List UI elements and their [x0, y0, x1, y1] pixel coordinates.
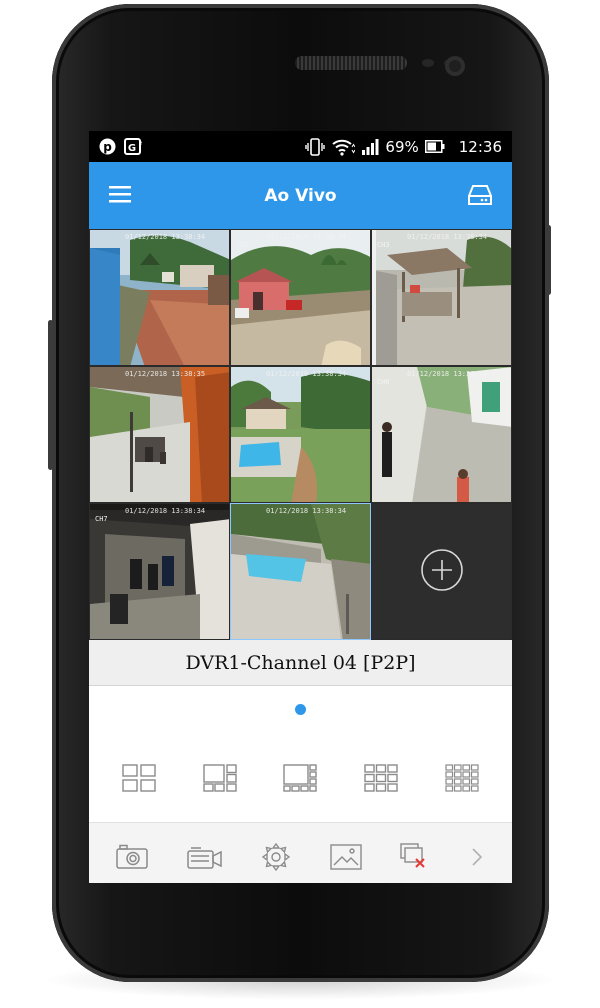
camera-feed[interactable]: 01/12/2018 13:38:34 — [230, 366, 371, 503]
layout-8-icon[interactable] — [283, 763, 318, 792]
close-all-icon[interactable] — [400, 842, 430, 871]
camera-channel-tag: CH6 — [377, 378, 390, 386]
layout-16-icon[interactable] — [445, 763, 479, 792]
svg-text:p: p — [103, 140, 112, 154]
camera-timestamp: 01/12/2018 13:38:34 — [266, 507, 347, 515]
camera-image — [372, 230, 511, 365]
snapshot-icon[interactable] — [116, 844, 148, 870]
svg-text:+: + — [139, 140, 143, 147]
ptz-icon[interactable] — [261, 842, 291, 872]
add-channel-icon[interactable] — [420, 548, 464, 596]
camera-feed[interactable]: 01/12/2018 13:38:35 — [89, 366, 230, 503]
layout-9-icon[interactable] — [364, 763, 398, 792]
record-icon[interactable] — [187, 844, 223, 870]
camera-image — [90, 367, 229, 502]
camera-timestamp: 01/12/2018 13:38:34 — [125, 233, 206, 241]
page-title: Ao Vivo — [264, 185, 337, 206]
layout-6-icon[interactable] — [203, 763, 237, 792]
camera-image — [231, 504, 370, 639]
camera-feed[interactable]: 01/12/2018 13:38:34 CH7 — [89, 503, 230, 640]
camera-image — [90, 230, 229, 365]
svg-text:G: G — [128, 143, 136, 154]
bottom-toolbar — [89, 823, 512, 883]
page-dot-active[interactable] — [295, 704, 306, 715]
camera-image — [372, 367, 511, 502]
camera-grid: 01/12/2018 13:38:34 01/12/2018 13:38:34 … — [89, 229, 512, 640]
front-camera-icon — [445, 56, 465, 76]
pinterest-icon: p — [99, 138, 116, 155]
power-button[interactable] — [546, 225, 551, 295]
empty-channel-slot[interactable] — [371, 503, 512, 640]
proximity-sensor — [422, 59, 434, 67]
camera-timestamp: 01/12/2018 13:38:34 — [266, 233, 347, 241]
image-settings-icon[interactable] — [330, 843, 362, 870]
camera-feed[interactable]: 01/12/2018 13:38:34 — [89, 229, 230, 366]
status-bar: p G + 69% 12:36 — [89, 131, 512, 162]
camera-image — [231, 230, 370, 365]
camera-timestamp: 01/12/2018 13:38:35 — [125, 370, 206, 378]
selected-channel-bar: DVR1-Channel 04 [P2P] — [89, 640, 512, 686]
earpiece — [295, 56, 407, 70]
clock: 12:36 — [458, 137, 502, 156]
menu-icon[interactable] — [109, 184, 131, 208]
camera-channel-tag: CH7 — [95, 515, 108, 523]
phone-screen: p G + 69% 12:36 Ao Vivo 01/12/2018 13:38… — [89, 131, 512, 883]
selected-channel-label: DVR1-Channel 04 [P2P] — [185, 651, 416, 674]
layout-selector — [89, 733, 512, 823]
wifi-icon — [331, 138, 356, 156]
camera-feed[interactable]: 01/12/2018 13:38:34 CH3 — [371, 229, 512, 366]
camera-feed[interactable]: 01/12/2018 13:38:34 CH6 — [371, 366, 512, 503]
page-indicator — [89, 686, 512, 733]
camera-channel-tag: CH3 — [377, 241, 390, 249]
storage-device-icon[interactable] — [468, 184, 492, 210]
camera-timestamp: 01/12/2018 13:38:34 — [125, 507, 206, 515]
vibrate-icon — [305, 137, 326, 156]
camera-image — [231, 367, 370, 502]
camera-feed[interactable]: 01/12/2018 13:38:34 — [230, 503, 371, 640]
app-bar: Ao Vivo — [89, 162, 512, 229]
layout-4-icon[interactable] — [122, 763, 156, 792]
signal-icon — [361, 138, 379, 155]
camera-image — [90, 504, 229, 639]
camera-timestamp: 01/12/2018 13:38:34 — [407, 233, 488, 241]
camera-channel-tag: CH2 — [236, 241, 249, 249]
camera-feed[interactable]: 01/12/2018 13:38:34 CH2 — [230, 229, 371, 366]
battery-percent: 69% — [385, 137, 419, 156]
next-chevron-icon[interactable] — [469, 846, 485, 868]
camera-timestamp: 01/12/2018 13:38:34 — [407, 370, 488, 378]
volume-button[interactable] — [48, 320, 53, 470]
battery-icon — [424, 140, 445, 153]
gplus-icon: G + — [124, 138, 142, 155]
camera-timestamp: 01/12/2018 13:38:34 — [266, 370, 347, 378]
